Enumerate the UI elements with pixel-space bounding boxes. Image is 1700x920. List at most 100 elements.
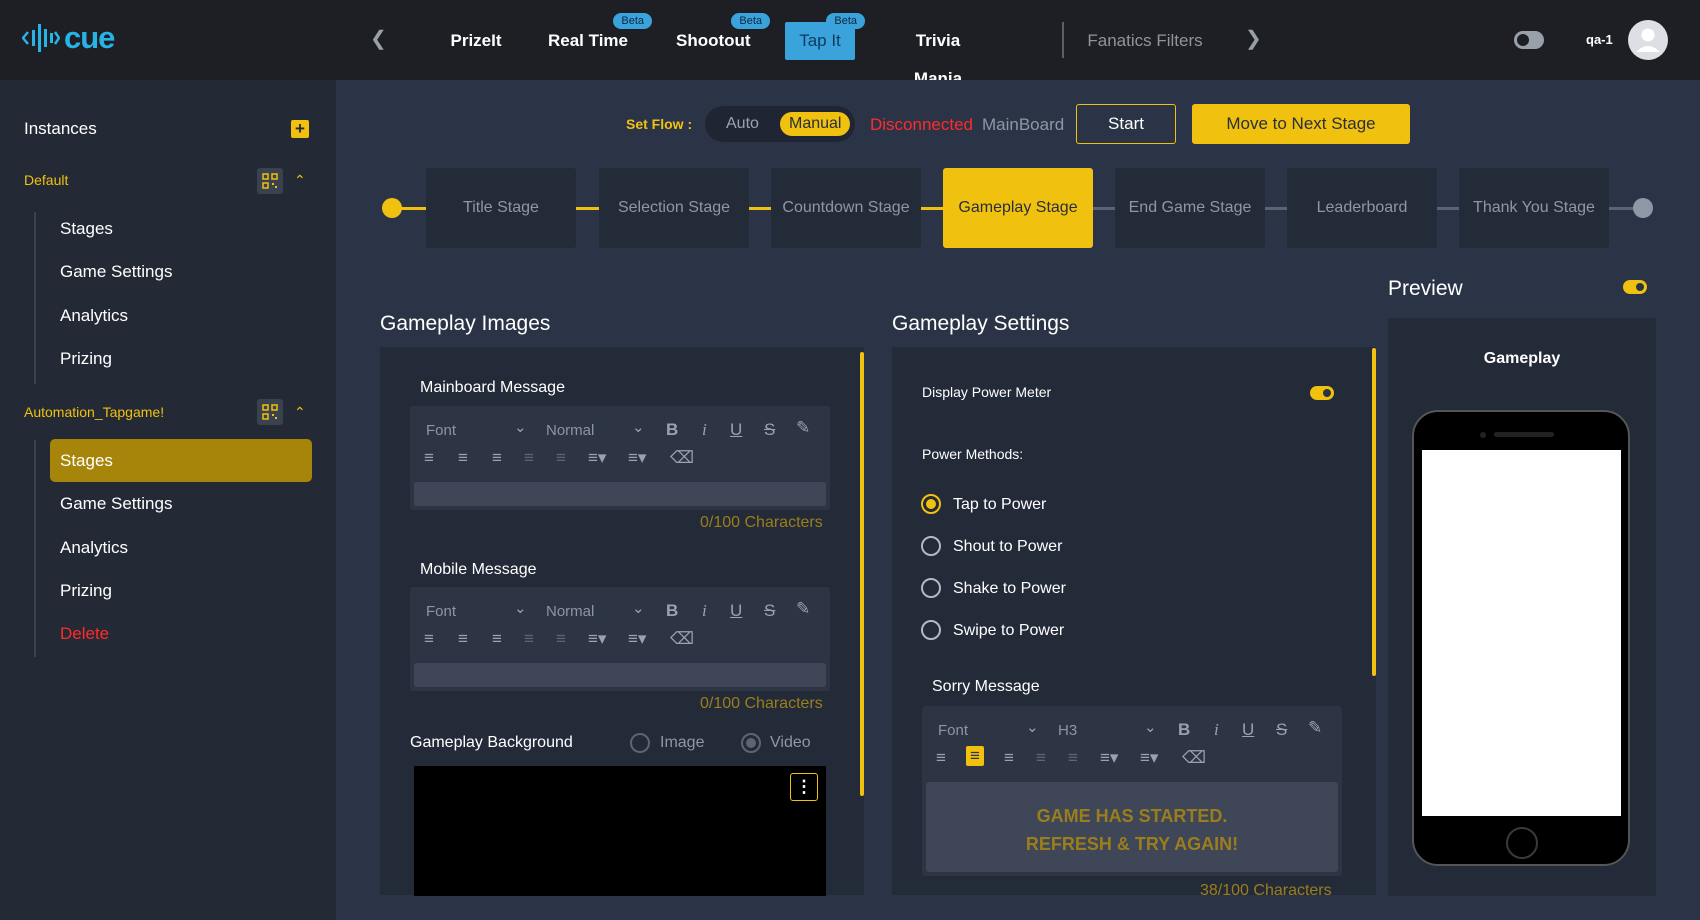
underline-icon[interactable]: U xyxy=(730,420,742,440)
shake-to-power-radio[interactable] xyxy=(921,578,941,598)
sidebar-item-prizing[interactable]: Prizing xyxy=(60,581,112,601)
preview-toggle[interactable] xyxy=(1623,280,1647,294)
chevron-down-icon[interactable]: ⌄ xyxy=(514,418,527,436)
avatar[interactable] xyxy=(1628,20,1668,60)
eraser-icon[interactable]: ⌫ xyxy=(670,629,694,649)
tab-fanatics-filters[interactable]: Fanatics Filters xyxy=(1085,22,1205,60)
qr-code-icon[interactable] xyxy=(257,168,283,194)
chevron-up-icon[interactable]: ⌃ xyxy=(294,172,306,189)
bold-icon[interactable]: B xyxy=(666,420,678,440)
sidebar-item-analytics[interactable]: Analytics xyxy=(60,306,128,326)
highlight-icon[interactable]: ✎ xyxy=(796,418,810,438)
chevron-up-icon[interactable]: ⌃ xyxy=(294,404,306,421)
strikethrough-icon[interactable]: S xyxy=(764,601,775,621)
shout-to-power-radio[interactable] xyxy=(921,536,941,556)
bold-icon[interactable]: B xyxy=(666,601,678,621)
strikethrough-icon[interactable]: S xyxy=(764,420,775,440)
highlight-icon[interactable]: ✎ xyxy=(1308,718,1322,738)
sidebar-item-game-settings[interactable]: Game Settings xyxy=(60,262,172,282)
image-radio[interactable] xyxy=(630,733,650,753)
sorry-message-input[interactable]: GAME HAS STARTED. REFRESH & TRY AGAIN! xyxy=(926,782,1338,872)
sidebar-item-analytics[interactable]: Analytics xyxy=(60,538,128,558)
align-left-icon[interactable]: ≡ xyxy=(424,629,434,649)
italic-icon[interactable]: i xyxy=(702,601,707,621)
ordered-list-icon[interactable]: ≡▾ xyxy=(1100,748,1118,768)
instance-automation-tapgame[interactable]: Automation_Tapgame! xyxy=(24,404,164,420)
stage-leaderboard[interactable]: Leaderboard xyxy=(1287,168,1437,248)
stage-gameplay[interactable]: Gameplay Stage xyxy=(943,168,1093,248)
tab-shootout[interactable]: Shootout Beta xyxy=(676,13,770,60)
video-radio[interactable] xyxy=(741,733,761,753)
sidebar-item-stages[interactable]: Stages xyxy=(60,451,113,471)
start-button[interactable]: Start xyxy=(1076,104,1176,144)
indent-icon[interactable]: ≡ xyxy=(556,448,566,468)
align-left-icon[interactable]: ≡ xyxy=(936,748,946,768)
strikethrough-icon[interactable]: S xyxy=(1276,720,1287,740)
indent-icon[interactable]: ≡ xyxy=(556,629,566,649)
outdent-icon[interactable]: ≡ xyxy=(1036,748,1046,768)
sidebar-item-delete[interactable]: Delete xyxy=(60,624,109,644)
italic-icon[interactable]: i xyxy=(1214,720,1219,740)
bullet-list-icon[interactable]: ≡▾ xyxy=(628,629,646,649)
eraser-icon[interactable]: ⌫ xyxy=(670,448,694,468)
align-right-icon[interactable]: ≡ xyxy=(492,448,502,468)
font-select[interactable]: Font xyxy=(426,603,456,620)
stage-countdown[interactable]: Countdown Stage xyxy=(771,168,921,248)
outdent-icon[interactable]: ≡ xyxy=(524,448,534,468)
chevron-down-icon[interactable]: ⌄ xyxy=(632,418,645,436)
mobile-message-input[interactable] xyxy=(414,663,826,687)
swipe-to-power-radio[interactable] xyxy=(921,620,941,640)
power-meter-toggle[interactable] xyxy=(1310,386,1334,400)
align-right-icon[interactable]: ≡ xyxy=(492,629,502,649)
stage-selection[interactable]: Selection Stage xyxy=(599,168,749,248)
ordered-list-icon[interactable]: ≡▾ xyxy=(588,448,606,468)
move-next-stage-button[interactable]: Move to Next Stage xyxy=(1192,104,1410,144)
mainboard-message-input[interactable] xyxy=(414,482,826,506)
scrollbar[interactable] xyxy=(860,352,864,796)
tab-prizeit[interactable]: PrizeIt xyxy=(446,22,506,60)
bullet-list-icon[interactable]: ≡▾ xyxy=(628,448,646,468)
flow-manual-option[interactable]: Manual xyxy=(780,112,851,136)
tab-trivia-mania[interactable]: Trivia Mania xyxy=(890,22,986,88)
tab-tap-it[interactable]: Tap It Beta xyxy=(785,13,865,60)
underline-icon[interactable]: U xyxy=(730,601,742,621)
align-center-icon[interactable]: ≡ xyxy=(966,746,984,766)
chevron-down-icon[interactable]: ⌄ xyxy=(1026,718,1039,736)
align-right-icon[interactable]: ≡ xyxy=(1004,748,1014,768)
align-left-icon[interactable]: ≡ xyxy=(424,448,434,468)
sidebar-item-prizing[interactable]: Prizing xyxy=(60,349,112,369)
indent-icon[interactable]: ≡ xyxy=(1068,748,1078,768)
nav-prev-arrow-icon[interactable]: ❮ xyxy=(370,26,387,51)
stage-end-game[interactable]: End Game Stage xyxy=(1115,168,1265,248)
chevron-down-icon[interactable]: ⌄ xyxy=(632,599,645,617)
align-center-icon[interactable]: ≡ xyxy=(458,629,468,649)
italic-icon[interactable]: i xyxy=(702,420,707,440)
bold-icon[interactable]: B xyxy=(1178,720,1190,740)
instance-default[interactable]: Default xyxy=(24,172,68,188)
tab-real-time[interactable]: Real Time Beta xyxy=(548,13,652,60)
flow-toggle[interactable]: Auto Manual xyxy=(705,106,855,142)
theme-toggle-icon[interactable] xyxy=(1514,31,1544,49)
size-select[interactable]: Normal xyxy=(546,422,594,439)
font-select[interactable]: Font xyxy=(938,722,968,739)
size-select[interactable]: Normal xyxy=(546,603,594,620)
stage-title[interactable]: Title Stage xyxy=(426,168,576,248)
nav-next-arrow-icon[interactable]: ❯ xyxy=(1245,26,1262,51)
bullet-list-icon[interactable]: ≡▾ xyxy=(1140,748,1158,768)
outdent-icon[interactable]: ≡ xyxy=(524,629,534,649)
eraser-icon[interactable]: ⌫ xyxy=(1182,748,1206,768)
flow-auto-option[interactable]: Auto xyxy=(717,112,768,136)
ordered-list-icon[interactable]: ≡▾ xyxy=(588,629,606,649)
font-select[interactable]: Font xyxy=(426,422,456,439)
chevron-down-icon[interactable]: ⌄ xyxy=(1144,718,1157,736)
sidebar-item-stages[interactable]: Stages xyxy=(60,219,113,239)
qr-code-icon[interactable] xyxy=(257,399,283,425)
tap-to-power-radio[interactable] xyxy=(921,494,941,514)
scrollbar[interactable] xyxy=(1372,348,1376,676)
stage-thank-you[interactable]: Thank You Stage xyxy=(1459,168,1609,248)
more-options-icon[interactable]: ⋮ xyxy=(790,773,818,801)
chevron-down-icon[interactable]: ⌄ xyxy=(514,599,527,617)
add-instance-button[interactable]: + xyxy=(291,120,309,138)
heading-select[interactable]: H3 xyxy=(1058,722,1077,739)
cue-logo[interactable]: cue xyxy=(22,20,115,56)
